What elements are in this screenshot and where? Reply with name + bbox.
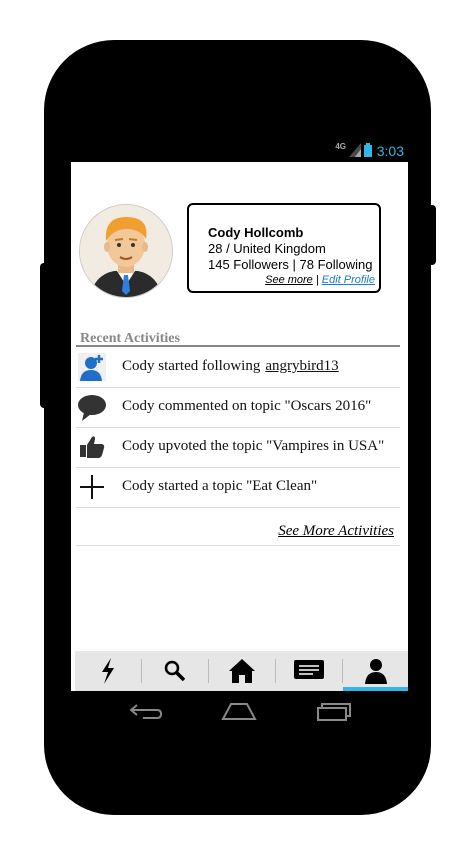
user-follow-icon <box>78 353 106 381</box>
comment-icon <box>78 395 106 421</box>
avatar <box>79 204 173 298</box>
see-more-link[interactable]: See more <box>265 274 313 286</box>
lightning-icon <box>102 658 114 684</box>
see-more-activities-link[interactable]: See More Activities <box>278 523 394 540</box>
phone-side-button-left <box>40 263 48 408</box>
signal-icon <box>349 143 361 157</box>
tab-home[interactable] <box>209 651 275 691</box>
profile-age-location: 28 / United Kingdom <box>208 241 326 256</box>
profile-icon <box>365 659 387 684</box>
activity-description: Cody started following <box>122 358 261 374</box>
phone-side-button-right <box>428 205 436 265</box>
bottom-tab-bar <box>75 651 408 691</box>
home-icon <box>229 659 255 683</box>
profile-picture <box>80 205 172 297</box>
recent-apps-icon[interactable] <box>316 701 352 721</box>
followed-user-link[interactable]: angrybird13 <box>265 358 338 374</box>
tab-search[interactable] <box>142 651 208 691</box>
divider <box>76 545 400 546</box>
link-separator: | <box>315 274 319 286</box>
tab-activity[interactable] <box>75 651 141 691</box>
activity-text: Cody upvoted the topic "Vampires in USA" <box>122 438 385 454</box>
status-time: 3:03 <box>376 143 404 159</box>
phone-screen: 4G 3:03 Cody Hollcomb 28 / United Kingdo… <box>71 138 408 735</box>
thumbs-up-icon <box>80 436 105 458</box>
status-bar: 4G 3:03 <box>71 138 408 162</box>
android-nav-bar <box>71 691 408 735</box>
list-item[interactable]: Cody started a topic "Eat Clean" <box>76 467 400 508</box>
home-button-icon[interactable] <box>221 701 257 721</box>
back-icon[interactable] <box>129 701 163 721</box>
profile-name: Cody Hollcomb <box>208 225 304 240</box>
list-item[interactable]: Cody started following angrybird13 <box>76 347 400 388</box>
profile-card: Cody Hollcomb 28 / United Kingdom 145 Fo… <box>187 203 381 293</box>
list-item[interactable]: Cody commented on topic "Oscars 2016" <box>76 387 400 428</box>
profile-follow-stats: 145 Followers | 78 Following <box>208 257 373 272</box>
tab-messages[interactable] <box>276 651 342 691</box>
plus-icon <box>80 475 104 499</box>
search-icon <box>164 660 186 682</box>
activity-text: Cody started a topic "Eat Clean" <box>122 478 318 494</box>
list-item[interactable]: Cody upvoted the topic "Vampires in USA" <box>76 427 400 468</box>
activity-text: Cody started following angrybird13 <box>122 358 339 375</box>
activity-text: Cody commented on topic "Oscars 2016" <box>122 398 372 414</box>
profile-links: See more | Edit Profile <box>265 274 375 286</box>
tab-profile[interactable] <box>343 651 408 691</box>
network-type-label: 4G <box>335 142 346 151</box>
edit-profile-link[interactable]: Edit Profile <box>322 274 375 286</box>
battery-icon <box>364 143 372 157</box>
message-icon <box>294 660 324 679</box>
